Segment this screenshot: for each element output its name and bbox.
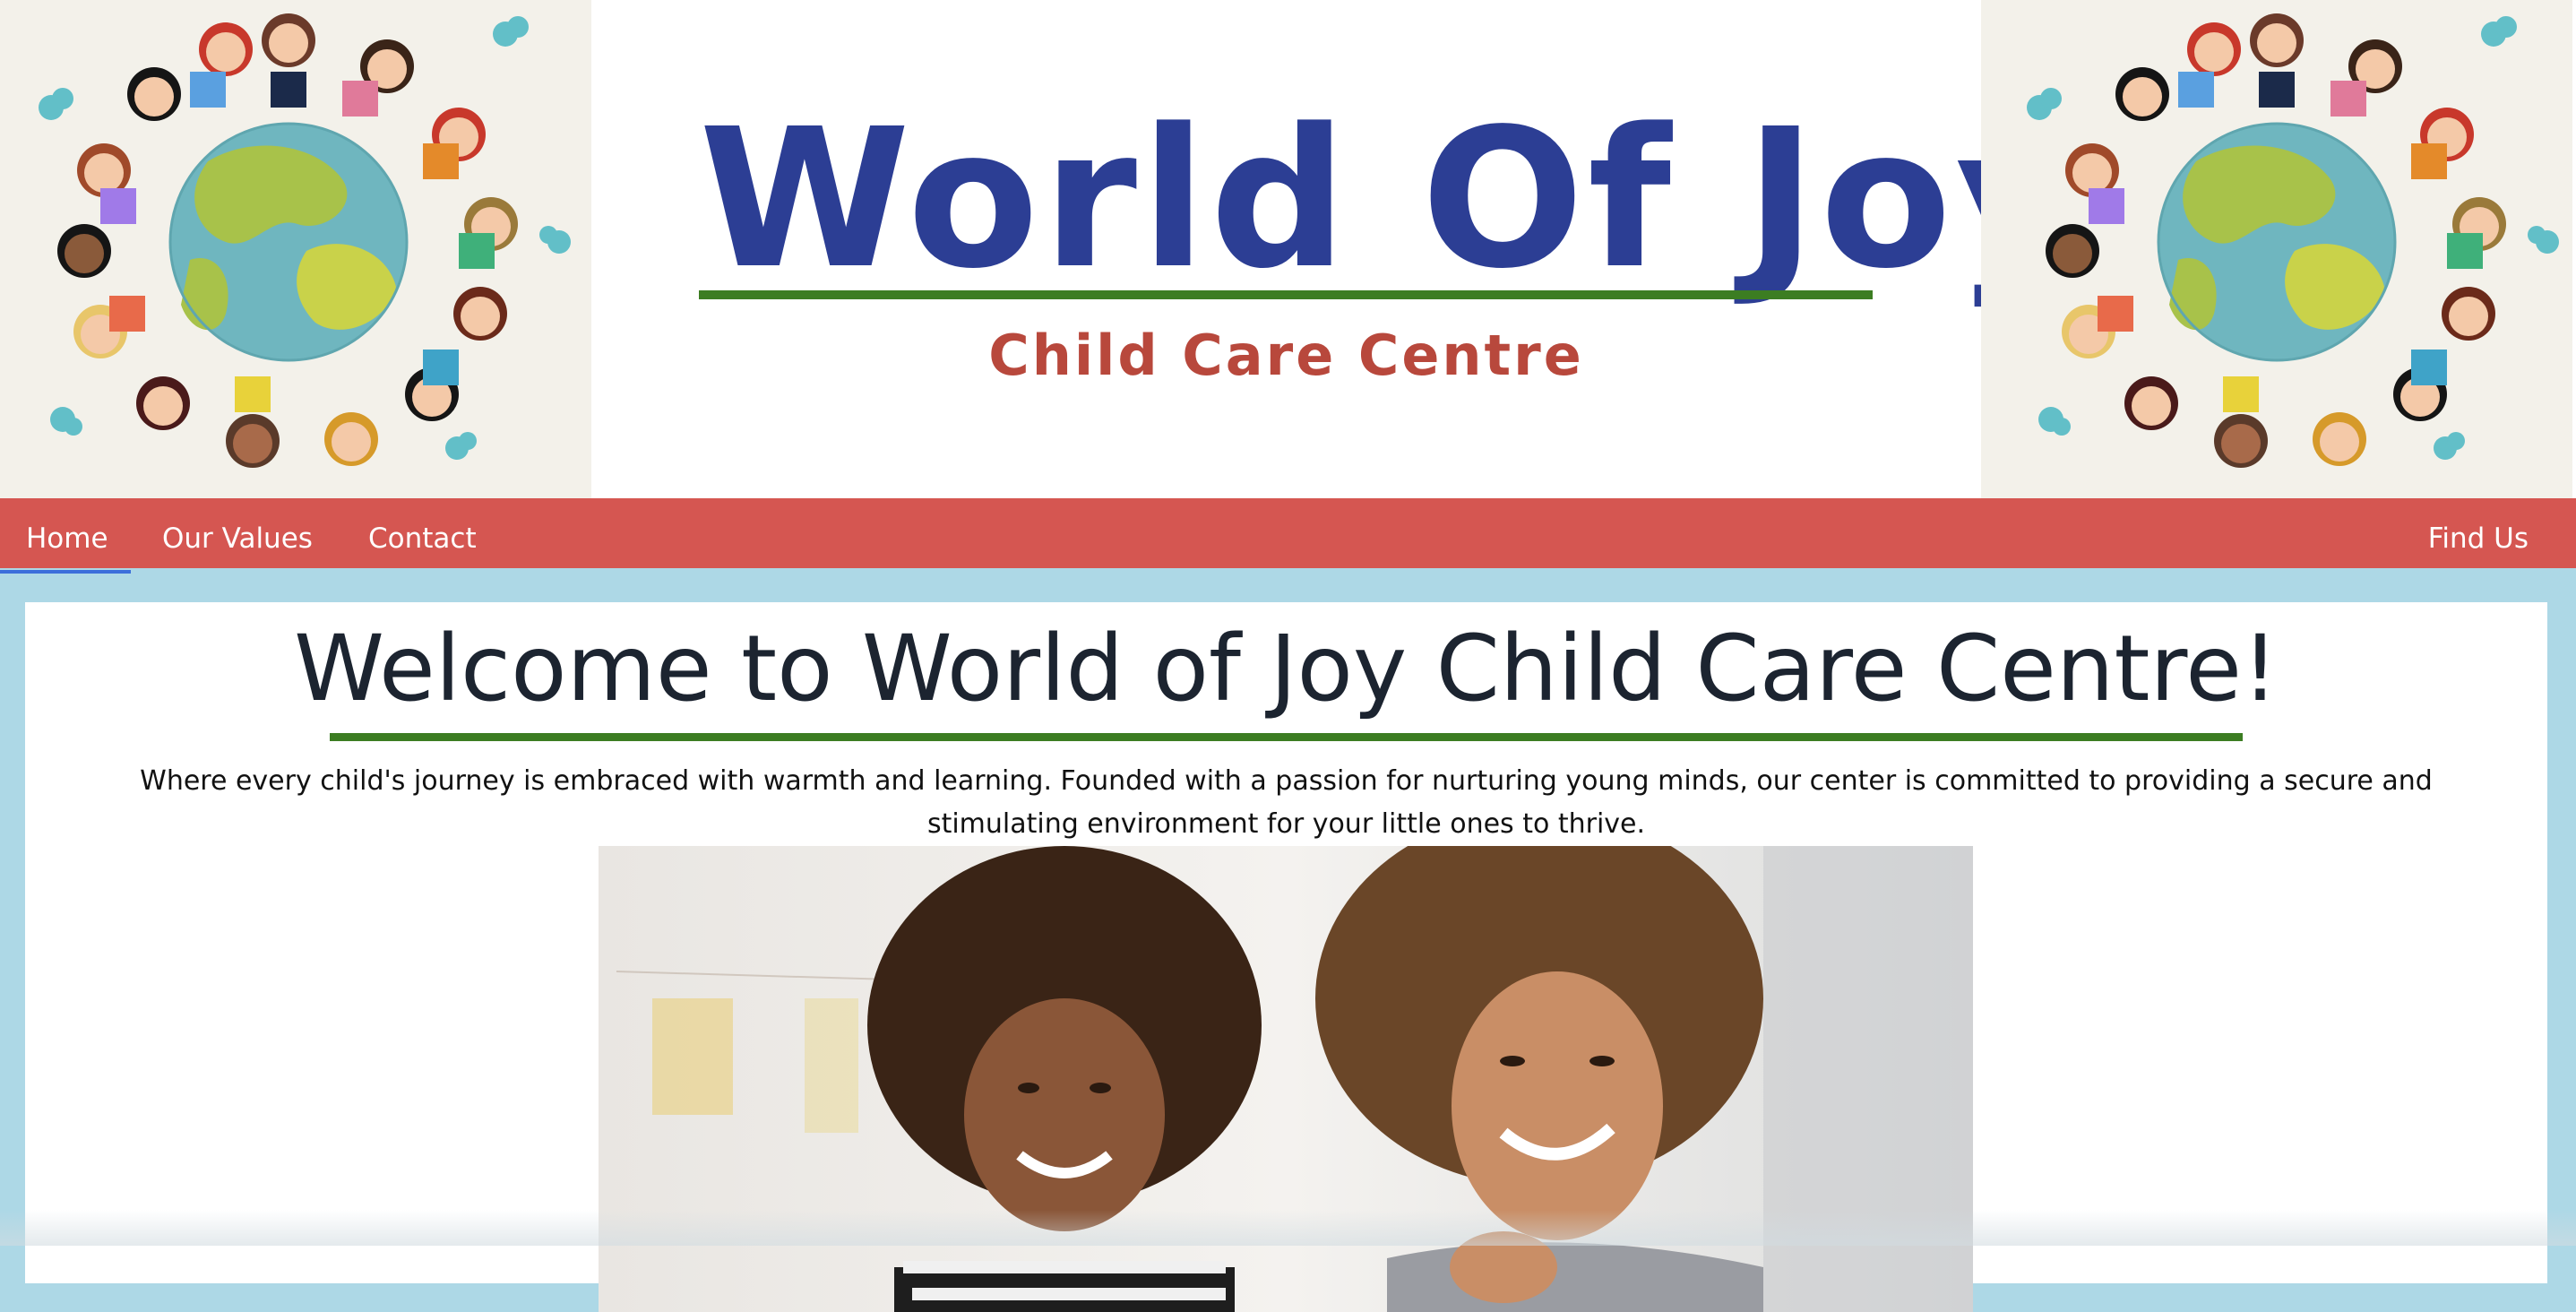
site-subtitle: Child Care Centre xyxy=(988,323,1584,388)
globe-children-icon xyxy=(39,13,571,468)
title-underline xyxy=(699,290,1873,299)
nav-contact-link[interactable]: Contact xyxy=(368,498,477,568)
scroll-fade xyxy=(0,1210,2576,1246)
globe-children-illustration-left xyxy=(0,0,591,498)
main-content-card: Welcome to World of Joy Child Care Centr… xyxy=(25,602,2547,1312)
nav-our-values-link[interactable]: Our Values xyxy=(162,498,313,568)
nav-home-link[interactable]: Home xyxy=(26,498,108,568)
site-title: World Of Joy xyxy=(699,88,2084,311)
welcome-underline xyxy=(330,733,2243,741)
brand-block: World Of Joy Child Care Centre xyxy=(591,0,2084,498)
nav-active-indicator xyxy=(0,570,131,574)
site-header: World Of Joy Child Care Centre xyxy=(0,0,2576,498)
globe-children-illustration-right xyxy=(1981,0,2572,498)
nav-find-us-link[interactable]: Find Us xyxy=(2428,498,2529,568)
globe-children-icon xyxy=(2027,13,2559,468)
intro-paragraph: Where every child's journey is embraced … xyxy=(140,765,2433,840)
main-navbar: Home Our Values Contact Find Us xyxy=(0,498,2576,568)
welcome-heading: Welcome to World of Joy Child Care Centr… xyxy=(294,616,2279,722)
